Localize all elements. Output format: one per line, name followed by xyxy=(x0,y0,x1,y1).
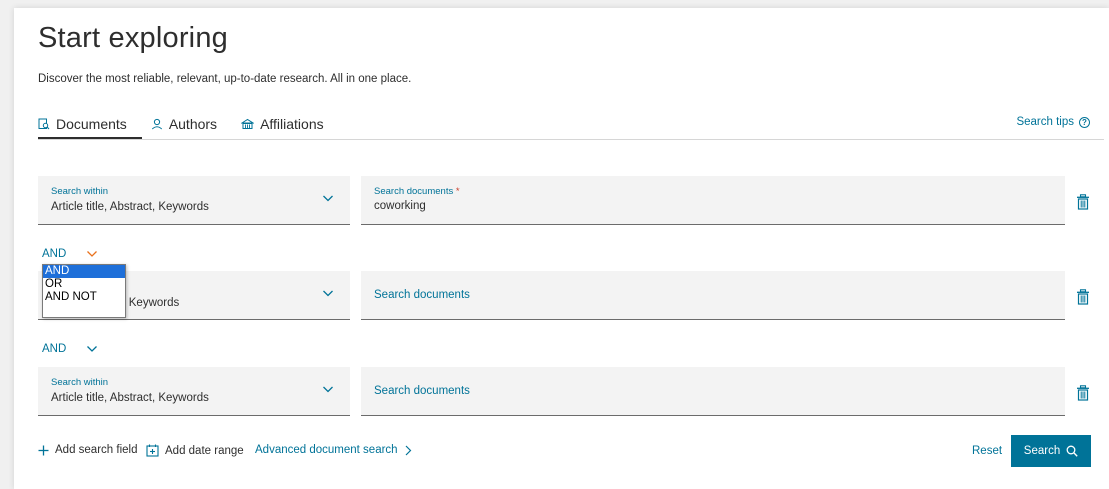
search-documents-placeholder: Search documents xyxy=(374,385,470,397)
search-tips-link[interactable]: Search tips ? xyxy=(1016,116,1090,128)
search-button-label: Search xyxy=(1023,445,1061,457)
tab-authors[interactable]: Authors xyxy=(151,116,217,132)
trash-icon[interactable] xyxy=(1076,194,1090,210)
advanced-document-search-link[interactable]: Advanced document search xyxy=(255,444,412,456)
person-icon xyxy=(151,118,163,130)
add-search-field-label: Add search field xyxy=(55,444,138,456)
search-documents-label: Search documents * xyxy=(374,186,460,197)
tab-documents[interactable]: Documents xyxy=(38,116,127,132)
tabs-divider xyxy=(38,139,1104,140)
search-documents-input-1[interactable]: Search documents * coworking xyxy=(361,176,1065,225)
search-within-select-3[interactable]: Search within Article title, Abstract, K… xyxy=(38,367,350,416)
page-subtitle: Discover the most reliable, relevant, up… xyxy=(38,73,412,85)
search-panel: Start exploring Discover the most reliab… xyxy=(14,8,1109,489)
tab-affiliations-label: Affiliations xyxy=(260,116,324,132)
add-date-range-button[interactable]: Add date range xyxy=(146,444,244,457)
operator-value: AND xyxy=(42,343,67,355)
trash-icon[interactable] xyxy=(1076,385,1090,401)
plus-icon xyxy=(38,445,49,455)
chevron-down-icon xyxy=(323,290,333,297)
trash-icon[interactable] xyxy=(1076,289,1090,305)
chevron-right-icon xyxy=(405,445,411,455)
chevron-down-icon xyxy=(323,195,333,202)
operator-option-and[interactable]: AND xyxy=(43,265,125,278)
search-within-value: Article title, Abstract, Keywords xyxy=(51,392,209,404)
page-title: Start exploring xyxy=(38,22,228,54)
chevron-down-icon xyxy=(323,386,333,393)
reset-button[interactable]: Reset xyxy=(972,445,1002,457)
operator-option-and-not[interactable]: AND NOT xyxy=(43,291,125,304)
operator-dropdown-list: AND OR AND NOT xyxy=(42,264,126,318)
search-icon xyxy=(1066,445,1078,457)
search-within-label: Search within xyxy=(51,377,109,388)
boolean-operator-select-1[interactable]: AND xyxy=(42,248,98,260)
search-documents-value: coworking xyxy=(374,200,426,212)
add-date-range-label: Add date range xyxy=(165,444,244,457)
chevron-down-icon xyxy=(87,251,98,257)
building-icon xyxy=(241,118,255,130)
operator-option-or[interactable]: OR xyxy=(43,278,125,291)
search-documents-input-3[interactable]: Search documents xyxy=(361,367,1065,416)
document-search-icon xyxy=(38,118,50,130)
search-type-tabs: Documents Authors Affiliations xyxy=(38,114,348,134)
search-button[interactable]: Search xyxy=(1011,435,1091,467)
operator-value: AND xyxy=(42,248,67,260)
add-search-field-button[interactable]: Add search field xyxy=(38,444,137,456)
search-tips-label: Search tips xyxy=(1016,116,1074,128)
tab-affiliations[interactable]: Affiliations xyxy=(241,116,324,132)
boolean-operator-select-2[interactable]: AND xyxy=(42,343,98,355)
advanced-document-search-label: Advanced document search xyxy=(255,444,398,456)
search-within-value: Article title, Abstract, Keywords xyxy=(51,201,209,213)
tab-authors-label: Authors xyxy=(168,116,218,132)
tab-documents-label: Documents xyxy=(56,116,127,132)
search-within-label: Search within xyxy=(51,186,109,197)
question-circle-icon: ? xyxy=(1079,116,1090,128)
search-within-select-1[interactable]: Search within Article title, Abstract, K… xyxy=(38,176,350,225)
calendar-plus-icon xyxy=(146,444,159,457)
search-documents-input-2[interactable]: Search documents xyxy=(361,271,1065,320)
chevron-down-icon xyxy=(87,346,98,352)
search-documents-placeholder: Search documents xyxy=(374,289,470,301)
